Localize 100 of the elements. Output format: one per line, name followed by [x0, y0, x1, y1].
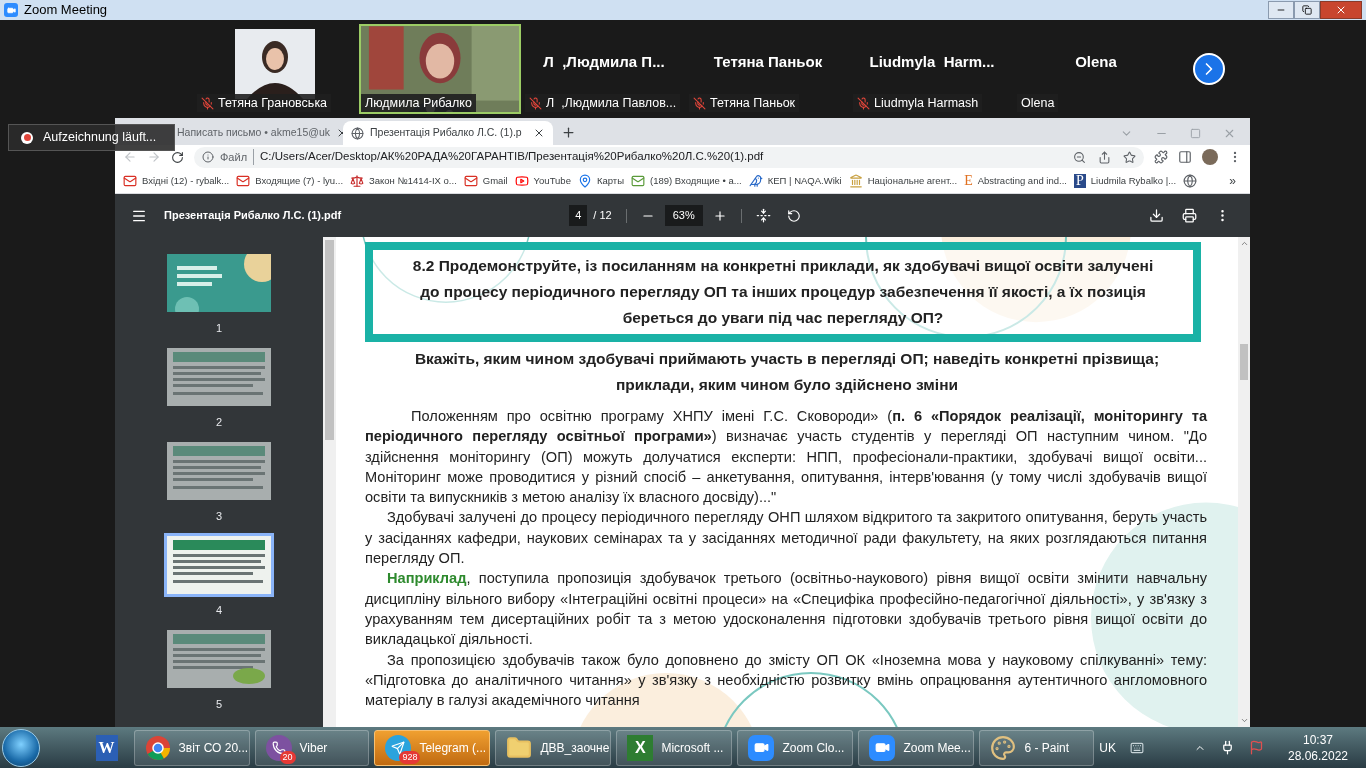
mail-icon	[236, 174, 251, 188]
participant-caption: Тетяна Грановська	[218, 94, 328, 112]
scrollbar-thumb[interactable]	[1240, 344, 1248, 380]
keyboard-icon[interactable]	[1129, 740, 1144, 755]
bookmark[interactable]: Gmail	[463, 173, 508, 189]
bookmark[interactable]: P Liudmila Rybalko |...	[1073, 173, 1177, 189]
address-bar[interactable]: Файл C:/Users/Acer/Desktop/АК%20РАДА%20ГАРАНТІВ/Презентація%20Рибалко%20Л.С.%20(1).pdf	[194, 146, 1144, 168]
participant-tile[interactable]: Людмила Рибалко	[359, 24, 521, 114]
participant-name: Л ,Людмила П...	[543, 51, 665, 72]
participant-name: Liudmyla Harm...	[869, 51, 995, 72]
zoom-field[interactable]: 63%	[664, 205, 703, 226]
taskbar-button[interactable]: W	[84, 729, 129, 766]
viber-icon	[265, 734, 292, 761]
bookmark[interactable]: Національне агент...	[848, 173, 958, 189]
restore-button[interactable]	[1294, 1, 1320, 19]
bookmark[interactable]: Входящие (7) - lyu...	[236, 173, 344, 189]
taskbar-button[interactable]: 6 - Paint	[979, 729, 1095, 766]
scales-icon	[350, 174, 365, 188]
bookmark[interactable]: Карты	[577, 173, 625, 189]
section-subheading: Вкажіть, яким чином здобувачі приймають участь в перегляді ОП; наведіть конкретні прізвища; приклади, яким чином було здійснено зміни	[413, 349, 1161, 395]
bookmark[interactable]: E Abstracting and ind...	[964, 173, 1067, 189]
download-icon[interactable]	[1149, 208, 1164, 223]
url-text: C:/Users/Acer/Desktop/АК%20РАДА%20ГАРАНТІВ/Презентація%20Рибалко%20Л.С.%20(1).pdf	[260, 149, 764, 165]
taskbar-button[interactable]: X Microsoft ...	[616, 729, 733, 766]
language-indicator[interactable]: UK	[1099, 738, 1116, 757]
fit-page-icon[interactable]	[755, 208, 771, 223]
close-icon[interactable]	[533, 127, 545, 139]
participant-caption: Liudmyla Harmash	[874, 94, 979, 112]
bookmark[interactable]: КЕП | NAQA.Wiki	[748, 173, 842, 189]
forward-icon[interactable]	[147, 150, 161, 164]
browser-tab[interactable]: Презентація Рибалко Л.С. (1).p	[343, 121, 553, 145]
next-page-button[interactable]	[1193, 53, 1225, 85]
zoom-out-icon[interactable]	[1073, 150, 1086, 164]
letter-icon: E	[964, 174, 973, 188]
globe-icon	[1183, 174, 1198, 188]
back-icon[interactable]	[123, 150, 137, 164]
zoom-in-icon[interactable]	[712, 208, 727, 223]
rotate-icon[interactable]	[786, 208, 801, 223]
body-paragraph: Положенням про освітню програму ХНПУ імені Г.С. Сковороди» (п. 6 «Порядок реалізації, моніторингу та періодичного перегляду освітньої програми») визначає участь студентів у перегляді ОП наступним чином. "До здійснення моніторингу (ОП) можуть долучатися експерти: НПП, професіонали-практики, здобувачі вищої освіти... Моніторинг може проводитися у різний спосіб – анкетування, опитування, інтерв'ювання (у тому числі здобувачів вищої освіти та випускників з метою аналізу їх власного досвіду)..."	[365, 407, 1207, 508]
close-icon	[1335, 4, 1347, 16]
notification-badge: 928	[399, 750, 421, 764]
restore-icon	[1302, 5, 1312, 15]
page-number-field[interactable]: 4	[569, 205, 588, 226]
emblem-icon	[848, 174, 863, 188]
taskbar-button[interactable]: ДВВ_заочне	[495, 729, 612, 766]
participant-name: Тетяна Паньок	[713, 51, 823, 72]
bookmark[interactable]: YouTube	[514, 173, 571, 189]
scroll-down-icon[interactable]	[1239, 716, 1249, 725]
page-count: / 12	[593, 208, 612, 224]
page-number: 4	[215, 605, 223, 616]
more-bookmarks-button[interactable]: »	[1229, 172, 1242, 190]
mail-icon	[463, 174, 478, 188]
minimize-button[interactable]	[1268, 1, 1294, 19]
avatar-icon[interactable]	[1202, 149, 1218, 165]
bookmark[interactable]: (189) Входящие • а...	[631, 173, 742, 189]
taskbar-button[interactable]: Zoom Clo...	[737, 729, 854, 766]
excel-icon: X	[627, 734, 654, 761]
print-icon[interactable]	[1182, 208, 1197, 223]
record-icon	[21, 131, 33, 144]
star-icon[interactable]	[1123, 150, 1136, 164]
chrome-icon	[144, 734, 171, 761]
mail-icon	[123, 174, 137, 188]
taskbar-button[interactable]: Zoom Mee...	[858, 729, 975, 766]
globe-icon	[351, 126, 364, 140]
bookmark[interactable]: Закон №1414-IX о...	[350, 173, 457, 189]
question-heading: 8.2 Продемонструйте, із посиланням на конкретні приклади, як здобувачі вищої освіти залучені до процесу періодичного перегляду ОП та інших процедур забезпечення її якості, а їх позиція береться до уваги під час перегляду ОП?	[411, 256, 1155, 328]
extensions-icon[interactable]	[1154, 150, 1168, 164]
play-icon	[514, 174, 529, 188]
body-paragraph: Наприклад, поступила пропозиція здобувачок третього (освітньо-наукового) рівня вищої освіти змінити навчальну дисципліну вільного вибору «Інтеграційні освітні процеси» на «Специфіка професійно-педагогічної діяльності», у зв'язку з урахуванням тем дисертаційних робіт та з метою удосконалення підготовки здобувачів третього рівня вищої освіти до викладацької діяльності.	[365, 569, 1207, 650]
taskbar-button[interactable]: Звіт СО 20...	[133, 729, 250, 766]
new-tab-icon[interactable]	[561, 125, 576, 140]
palette-icon	[990, 734, 1017, 761]
page-number: 1	[215, 323, 223, 334]
page-number: 2	[215, 417, 223, 428]
video-camera-icon	[4, 3, 18, 17]
taskbar-button[interactable]: 20 Viber	[254, 729, 370, 766]
page-number: 5	[215, 699, 223, 710]
start-orb-icon[interactable]	[2, 728, 40, 767]
clock[interactable]: 10:37 28.06.2022	[1287, 731, 1348, 764]
participant-caption: Тетяна Паньок	[710, 94, 796, 112]
scroll-up-icon[interactable]	[1239, 239, 1249, 248]
side-panel-icon[interactable]	[1178, 150, 1192, 164]
bookmark[interactable]	[1183, 174, 1198, 188]
window-title: Zoom Meeting	[24, 1, 108, 20]
map-pin-icon	[577, 174, 592, 188]
recording-toast[interactable]: Aufzeichnung läuft...	[8, 124, 175, 151]
file-name: Презентація Рибалко Л.С. (1).pdf	[164, 208, 342, 224]
envelope-icon	[631, 174, 646, 188]
participant-caption: Людмила Рибалко	[365, 94, 472, 112]
reload-icon[interactable]	[171, 150, 184, 164]
scrollbar-thumb[interactable]	[325, 240, 334, 440]
share-icon[interactable]	[1098, 150, 1111, 164]
word-icon: W	[95, 734, 118, 761]
taskbar-button[interactable]: 928 Telegram (...	[374, 729, 491, 766]
info-icon	[202, 151, 214, 163]
body-paragraph: Здобувачі залучені до процесу періодичного перегляду ОНП шляхом відкритого та закритого опитування, беруть участь у засіданнях кафедри, наукових семінарах та у засіданнях методичної ради факультету, на яких розглядаються питання перегляду ОП.	[365, 508, 1207, 569]
bookmark[interactable]: Вхідні (12) - rybalk...	[123, 173, 230, 189]
participant-name: Olena	[1075, 51, 1117, 72]
folder-icon	[506, 734, 533, 761]
scheme-label: Файл	[220, 148, 255, 166]
